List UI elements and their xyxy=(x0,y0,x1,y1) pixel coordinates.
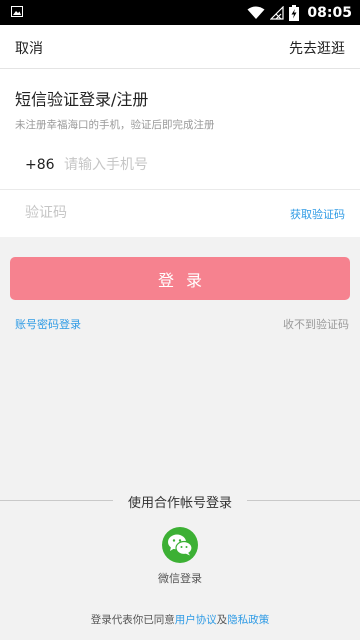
agreement-and: 及 xyxy=(216,614,228,626)
country-code[interactable]: +86 xyxy=(25,157,55,173)
divider-line-right xyxy=(247,500,360,501)
status-bar: 08:05 xyxy=(0,0,360,25)
page-subtitle: 未注册幸福海口的手机，验证后即完成注册 xyxy=(15,119,215,131)
wechat-login-label: 微信登录 xyxy=(158,572,202,585)
image-notification-icon xyxy=(11,6,23,17)
wechat-login-button[interactable] xyxy=(162,527,198,563)
no-code-link[interactable]: 收不到验证码 xyxy=(283,316,349,332)
cancel-button[interactable]: 取消 xyxy=(15,38,43,58)
agreement-prefix: 登录代表你已同意 xyxy=(90,614,175,626)
password-login-link[interactable]: 账号密码登录 xyxy=(15,316,81,332)
agreement-text: 登录代表你已同意用户协议及隐私政策 xyxy=(0,612,360,627)
get-code-button[interactable]: 获取验证码 xyxy=(290,206,345,222)
user-agreement-link[interactable]: 用户协议 xyxy=(175,614,217,626)
third-party-title: 使用合作帐号登录 xyxy=(127,496,232,511)
wifi-icon xyxy=(247,6,265,19)
phone-row: +86 xyxy=(0,141,360,190)
battery-charging-icon xyxy=(289,4,300,21)
no-sim-icon xyxy=(270,5,285,20)
status-time: 08:05 xyxy=(307,4,352,21)
top-bar: 取消 先去逛逛 xyxy=(0,25,360,69)
status-icons: 08:05 xyxy=(247,0,352,25)
verification-code-input[interactable] xyxy=(25,200,225,226)
phone-input[interactable] xyxy=(64,152,334,178)
browse-first-button[interactable]: 先去逛逛 xyxy=(289,38,345,58)
login-form: +86 获取验证码 xyxy=(0,141,360,237)
wechat-icon xyxy=(168,534,193,556)
third-party-divider: 使用合作帐号登录 xyxy=(0,491,360,511)
privacy-policy-link[interactable]: 隐私政策 xyxy=(227,614,269,626)
heading-section: 短信验证登录/注册 未注册幸福海口的手机，验证后即完成注册 xyxy=(0,69,360,141)
code-row: 获取验证码 xyxy=(0,190,360,237)
page-title: 短信验证登录/注册 xyxy=(15,90,149,109)
login-button[interactable]: 登录 xyxy=(10,257,350,300)
